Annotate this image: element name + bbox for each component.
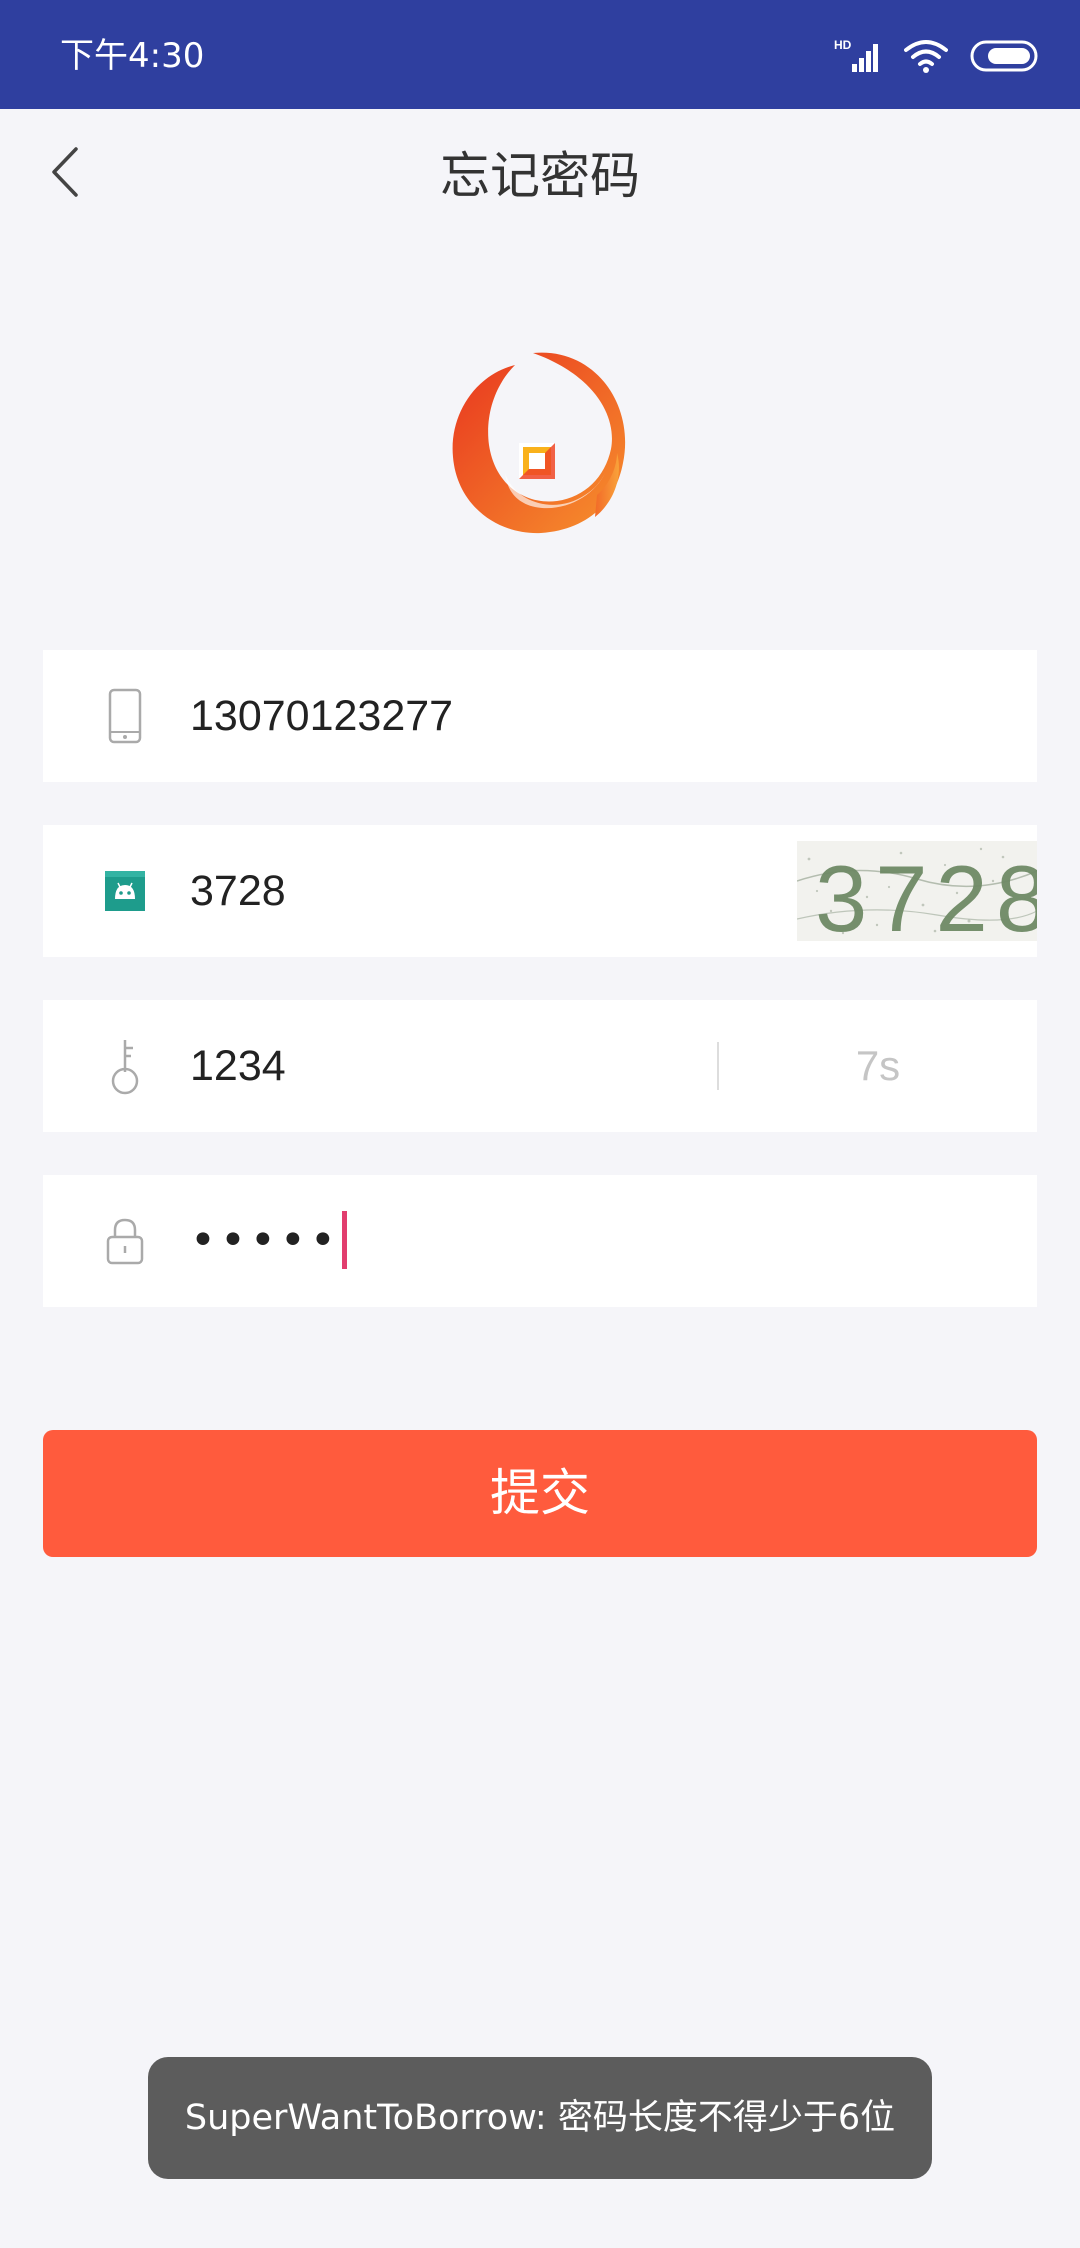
phone-row (43, 650, 1037, 782)
battery-icon (970, 39, 1040, 77)
sms-code-input[interactable] (190, 1000, 690, 1132)
captcha-row: 3728 (43, 825, 1037, 957)
status-time: 下午4:30 (60, 36, 205, 76)
captcha-input[interactable] (190, 825, 690, 957)
password-row: ••••• (43, 1175, 1037, 1307)
status-bar: 下午4:30 HD (0, 0, 1080, 109)
status-icons: HD (834, 36, 1040, 80)
hd-label: HD (834, 38, 852, 52)
key-icon (95, 1036, 155, 1096)
password-masked-text: ••••• (190, 1215, 340, 1266)
resend-countdown-button[interactable]: 7s (719, 1000, 1037, 1132)
phone-icon (95, 686, 155, 746)
sms-code-row: 7s (43, 1000, 1037, 1132)
wifi-icon (904, 38, 948, 78)
lock-icon (95, 1211, 155, 1271)
app-logo (445, 345, 635, 545)
header: 忘记密码 (0, 109, 1080, 239)
signal-icon: HD (834, 38, 882, 78)
text-caret (341, 1211, 347, 1269)
page-title: 忘记密码 (440, 147, 640, 205)
captcha-image[interactable]: 3728 (797, 841, 1037, 941)
password-input[interactable]: ••••• (190, 1175, 347, 1307)
captcha-text: 3728 (815, 846, 1037, 941)
toast-message: SuperWantToBorrow: 密码长度不得少于6位 (148, 2057, 932, 2179)
phone-input[interactable] (190, 650, 990, 782)
android-icon (95, 861, 155, 921)
submit-button[interactable]: 提交 (43, 1430, 1037, 1557)
